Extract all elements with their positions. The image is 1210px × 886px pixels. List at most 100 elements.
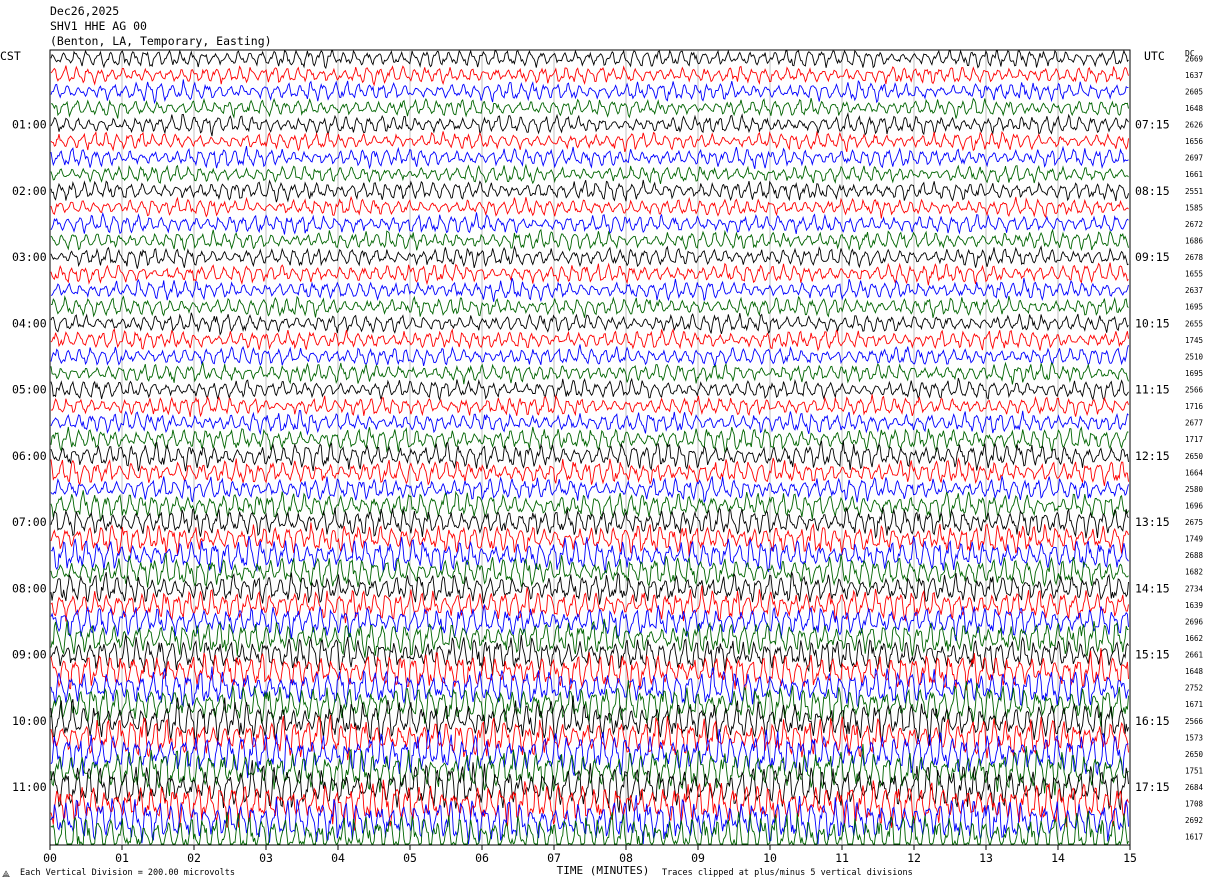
x-tick-label: 04 (331, 851, 345, 865)
dc-offset-value: 1745 (1185, 336, 1203, 345)
dc-offset-value: 2677 (1185, 419, 1203, 428)
utc-hour-label: 17:15 (1135, 780, 1170, 794)
dc-offset-value: 1661 (1185, 170, 1203, 179)
cst-hour-label: 11:00 (12, 780, 47, 794)
trace-line (50, 228, 1129, 252)
x-tick-label: 15 (1123, 851, 1137, 865)
x-tick-label: 08 (619, 851, 633, 865)
cst-hour-label: 10:00 (12, 714, 47, 728)
trace-line (50, 49, 1129, 70)
trace-line (50, 344, 1129, 368)
trace-line (50, 361, 1129, 385)
dc-offset-value: 2566 (1185, 717, 1204, 726)
trace-line (50, 262, 1129, 286)
trace-line (50, 145, 1129, 170)
dc-offset-value: 2637 (1185, 286, 1203, 295)
clip-note: Traces clipped at plus/minus 5 vertical … (662, 868, 913, 878)
dc-offset-value: 2734 (1185, 584, 1204, 593)
dc-offset-value: 1637 (1185, 71, 1203, 80)
trace-line (50, 295, 1129, 318)
dc-offset-value: 1662 (1185, 634, 1203, 643)
x-tick-label: 07 (547, 851, 561, 865)
trace-line (50, 426, 1129, 454)
dc-offset-value: 2688 (1185, 551, 1204, 560)
dc-offset-value: 2672 (1185, 220, 1203, 229)
trace-line (50, 312, 1129, 337)
dc-offset-value: 2650 (1185, 750, 1204, 759)
dc-offset-value: 1639 (1185, 601, 1203, 610)
dc-offset-value: 1648 (1185, 667, 1204, 676)
dc-offset-value: 2675 (1185, 518, 1203, 527)
trace-line (50, 377, 1129, 402)
trace-line (50, 604, 1129, 641)
cst-hour-label: 06:00 (12, 449, 47, 463)
trace-line (50, 277, 1129, 303)
x-tick-label: 03 (259, 851, 273, 865)
dc-offset-value: 2684 (1185, 783, 1204, 792)
dc-offset-value: 1573 (1185, 733, 1203, 742)
x-tick-label: 00 (43, 851, 57, 865)
dc-offset-value: 2580 (1185, 485, 1204, 494)
utc-hour-label: 08:15 (1135, 184, 1170, 198)
dc-offset-value: 2510 (1185, 352, 1204, 361)
trace-line (50, 195, 1129, 219)
utc-hour-label: 09:15 (1135, 250, 1170, 264)
cst-axis-label: CST (0, 49, 21, 63)
dc-offset-value: 2655 (1185, 319, 1203, 328)
scale-note: Each Vertical Division = 200.00 microvol… (20, 868, 235, 878)
cst-hour-label: 05:00 (12, 383, 47, 397)
dc-offset-value: 2752 (1185, 684, 1203, 693)
utc-hour-label: 12:15 (1135, 449, 1170, 463)
cst-hour-label: 01:00 (12, 118, 47, 132)
cst-hour-label: 04:00 (12, 316, 47, 330)
utc-axis-label: UTC (1144, 49, 1165, 63)
dc-offset-value: 2697 (1185, 154, 1203, 163)
trace-line (50, 163, 1129, 185)
cst-hour-label: 02:00 (12, 184, 47, 198)
dc-offset-value: 1664 (1185, 468, 1204, 477)
dc-offset-value: 2626 (1185, 121, 1204, 130)
dc-offset-value: 1656 (1185, 137, 1204, 146)
logo-mark: ⟁ (2, 870, 10, 880)
dc-offset-value: 1585 (1185, 203, 1203, 212)
dc-offset-value: 2566 (1185, 386, 1204, 395)
dc-offset-value: 1717 (1185, 435, 1203, 444)
dc-offset-value: 1749 (1185, 535, 1203, 544)
x-tick-label: 05 (403, 851, 417, 865)
cst-hour-label: 09:00 (12, 648, 47, 662)
trace-line (50, 79, 1129, 105)
x-tick-label: 14 (1051, 851, 1065, 865)
dc-offset-value: 1695 (1185, 369, 1203, 378)
dc-offset-value: 1617 (1185, 833, 1203, 842)
dc-offset-value: 2605 (1185, 87, 1203, 96)
utc-hour-label: 15:15 (1135, 648, 1170, 662)
trace-line (50, 585, 1129, 624)
trace-line (50, 112, 1129, 137)
dc-offset-value: 1682 (1185, 568, 1203, 577)
trace-line (50, 328, 1129, 352)
utc-hour-label: 16:15 (1135, 714, 1170, 728)
x-tick-label: 09 (691, 851, 705, 865)
trace-line (50, 680, 1129, 728)
dc-offset-value: 2692 (1185, 816, 1203, 825)
dc-offset-value: 2696 (1185, 617, 1204, 626)
trace-line (50, 409, 1129, 436)
trace-line (50, 245, 1129, 269)
x-tick-label: 06 (475, 851, 489, 865)
dc-offset-value: 2678 (1185, 253, 1204, 262)
trace-line (50, 457, 1129, 487)
trace-line (50, 97, 1129, 119)
dc-offset-value: 1695 (1185, 303, 1203, 312)
utc-hour-label: 14:15 (1135, 581, 1170, 595)
trace-line (50, 65, 1129, 87)
dc-offset-value: 2669 (1185, 54, 1203, 63)
trace-line (50, 179, 1129, 203)
dc-offset-value: 1696 (1185, 501, 1204, 510)
cst-hour-label: 08:00 (12, 581, 47, 595)
dc-offset-value: 1686 (1185, 236, 1204, 245)
dc-offset-value: 1671 (1185, 700, 1203, 709)
dc-offset-value: 2551 (1185, 187, 1203, 196)
dc-offset-value: 1648 (1185, 104, 1204, 113)
x-tick-label: 12 (907, 851, 921, 865)
cst-hour-label: 03:00 (12, 250, 47, 264)
